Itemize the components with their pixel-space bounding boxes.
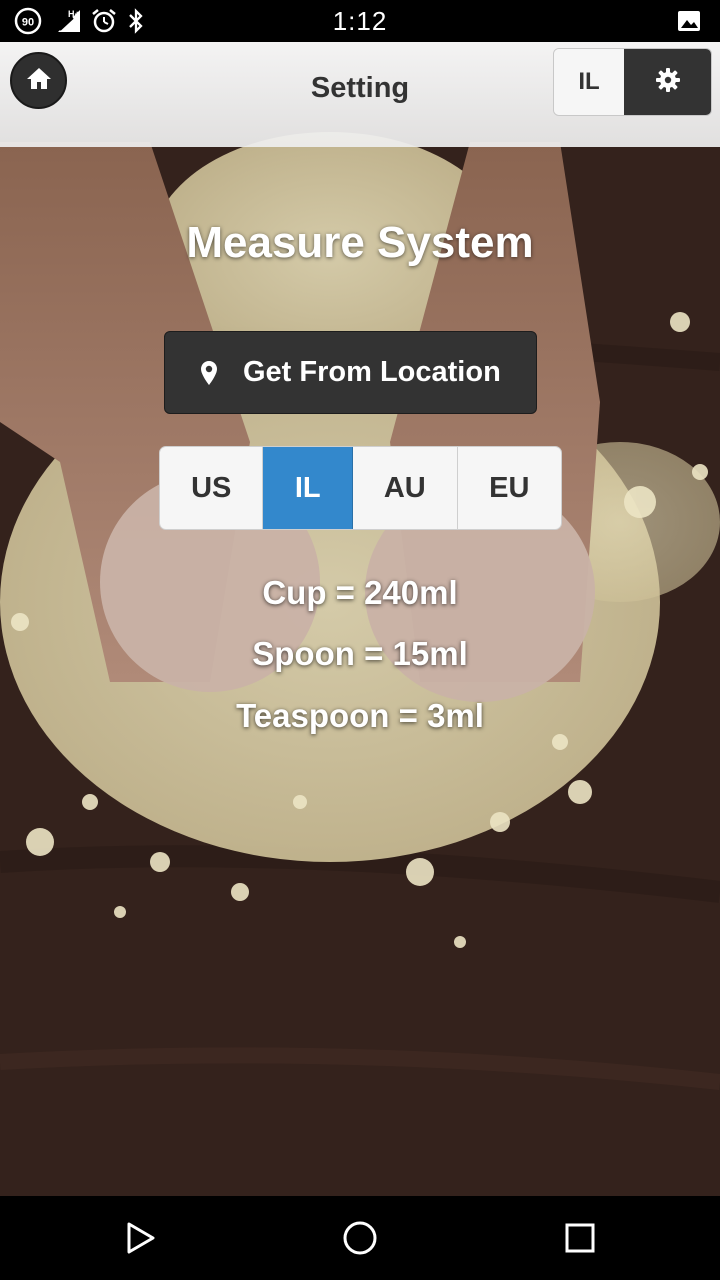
header: Setting IL: [0, 42, 720, 147]
system-option-au[interactable]: AU: [353, 447, 458, 529]
measure-system-title: Measure System: [186, 218, 534, 267]
measurement-spoon: Spoon = 15ml: [252, 635, 468, 672]
background-image: [0, 42, 720, 1196]
home-circle-icon[interactable]: [340, 1220, 380, 1256]
map-pin-icon: [179, 360, 239, 386]
header-segment: IL: [553, 48, 712, 116]
current-system-button[interactable]: IL: [554, 49, 624, 115]
system-option-il[interactable]: IL: [263, 447, 354, 529]
recents-icon[interactable]: [560, 1220, 600, 1256]
measure-system-selector: US IL AU EU: [159, 446, 562, 530]
settings-button[interactable]: [624, 49, 711, 115]
system-option-us[interactable]: US: [160, 447, 264, 529]
image-notification-icon: [676, 8, 702, 34]
get-from-location-button[interactable]: Get From Location: [164, 331, 537, 414]
measurement-teaspoon: Teaspoon = 3ml: [236, 697, 484, 734]
status-time: 1:12: [332, 6, 388, 36]
gear-icon: [655, 67, 681, 98]
system-option-eu[interactable]: EU: [458, 447, 561, 529]
back-icon[interactable]: [120, 1220, 160, 1256]
navigation-bar: [0, 1196, 720, 1280]
measurement-cup: Cup = 240ml: [262, 574, 458, 611]
status-bar: 90 H+ 1:12: [0, 0, 720, 42]
get-from-location-label: Get From Location: [243, 356, 501, 388]
